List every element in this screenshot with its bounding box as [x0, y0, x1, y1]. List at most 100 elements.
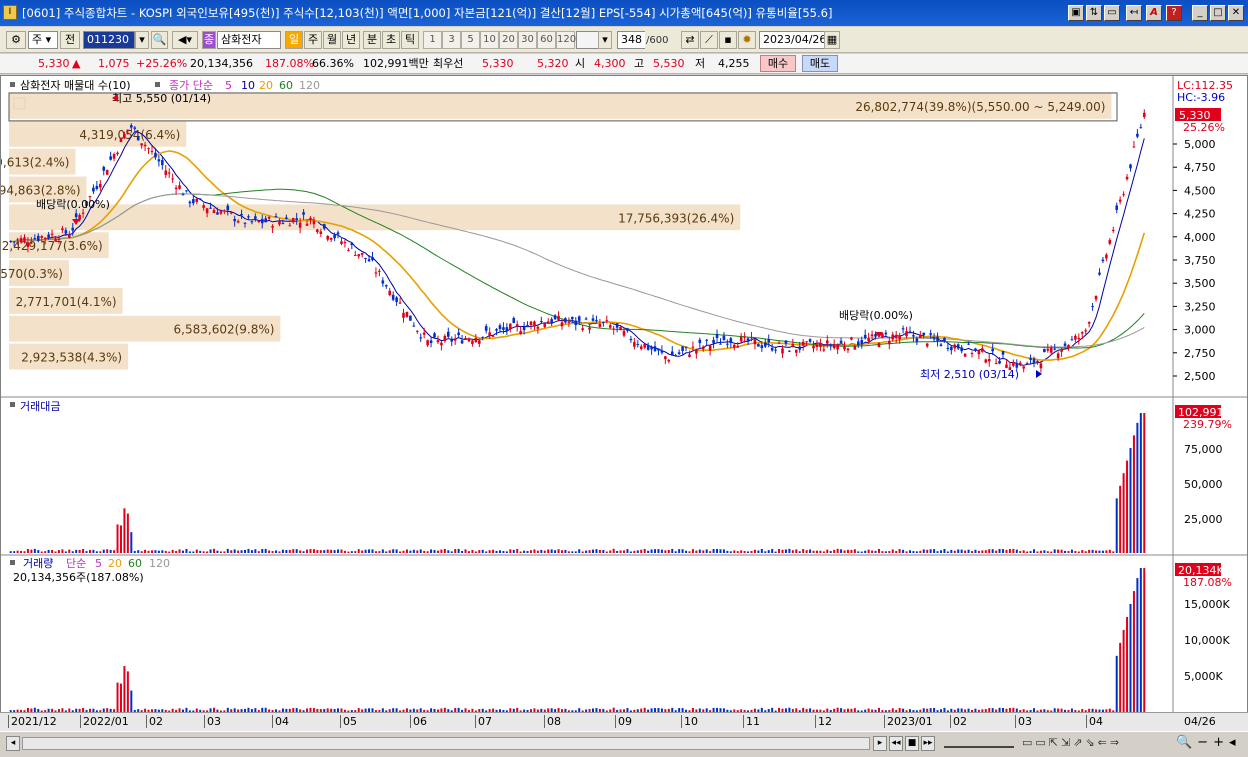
candle-body	[1084, 330, 1088, 332]
period-tick[interactable]: 틱	[401, 31, 419, 49]
period-minute[interactable]: 분	[363, 31, 381, 49]
chart-tool-icon[interactable]: ⟋	[700, 31, 718, 49]
date-input[interactable]: 2023/04/26	[759, 31, 826, 49]
period-month[interactable]: 월	[323, 31, 341, 49]
candle-body	[774, 349, 777, 351]
candle-body	[822, 349, 826, 351]
x-axis-label: 2021/12	[8, 715, 57, 728]
fast-forward-icon[interactable]: ▸▸	[921, 736, 935, 751]
amount-tick: 75,000	[1184, 443, 1223, 456]
zoom-controls-icon[interactable]: 🔍−+◂	[1176, 735, 1241, 750]
quote-bar: 5,330 ▲ 1,075 +25.26% 20,134,356 187.08%…	[0, 54, 1248, 74]
save-icon[interactable]: ▪	[719, 31, 737, 49]
candle-body	[1077, 337, 1081, 339]
interval-30[interactable]: 30	[518, 31, 537, 49]
restore-layout-icon[interactable]: ▭	[1104, 5, 1120, 21]
close-button[interactable]: ✕	[1228, 5, 1244, 21]
scroll-bar[interactable]: ◂ ▸ ◂◂ ■ ▸▸ ▭▭⇱⇲⇗⇘⇐⇒ 🔍−+◂	[0, 731, 1248, 755]
price-change: 1,075	[98, 57, 130, 70]
minimize-button[interactable]: _	[1192, 5, 1208, 21]
amount-bar	[629, 551, 632, 553]
amount-bar	[343, 550, 346, 553]
candle-body	[653, 346, 657, 352]
x-axis-label: 02	[950, 715, 967, 728]
period-week[interactable]: 주	[304, 31, 322, 49]
code-dropdown-icon[interactable]: ▾	[135, 31, 149, 49]
interval-60[interactable]: 60	[537, 31, 556, 49]
settings-icon[interactable]: ⚙	[6, 31, 26, 49]
period-year[interactable]: 년	[342, 31, 360, 49]
stock-name-field[interactable]: 삼화전자	[217, 31, 281, 49]
interval-5[interactable]: 5	[461, 31, 480, 49]
amount-bar	[753, 549, 756, 553]
arrow-tool-icon[interactable]: ⇄	[681, 31, 699, 49]
gear-icon[interactable]: ✹	[738, 31, 756, 49]
x-axis-label: 11	[743, 715, 760, 728]
prev-button[interactable]: 전	[60, 31, 80, 49]
candle-body	[519, 331, 522, 335]
scroll-track[interactable]	[22, 737, 870, 750]
candle-body	[422, 332, 426, 335]
amount-bar	[1122, 473, 1125, 553]
interval-120[interactable]: 120	[556, 31, 576, 49]
amount-bar	[833, 549, 836, 553]
sell-button[interactable]: 매도	[802, 55, 838, 72]
buy-button[interactable]: 매수	[760, 55, 796, 72]
candle-body	[605, 320, 609, 322]
calendar-icon[interactable]: ▦	[824, 31, 840, 49]
candle-body	[388, 290, 392, 295]
amount-bar	[640, 549, 643, 553]
sound-icon[interactable]: ◀▾	[172, 31, 198, 49]
app-icon: I	[3, 5, 17, 20]
period-second[interactable]: 초	[382, 31, 400, 49]
stock-code-input[interactable]: 011230	[83, 31, 135, 49]
amount-bar	[30, 549, 33, 553]
candle-body	[491, 335, 495, 337]
price-tick-label: 4,750	[1184, 161, 1216, 174]
period-day[interactable]: 일	[285, 31, 303, 49]
maximize-button[interactable]: □	[1210, 5, 1226, 21]
count-input[interactable]: 348	[617, 31, 645, 49]
candle-body	[953, 344, 957, 349]
candle-body	[701, 346, 705, 350]
chart-area[interactable]: 삼화전자 매물대 수(10) 종가 단순 5 10 20 60 120 26,8…	[0, 75, 1248, 731]
market-select[interactable]: 주 ▾	[28, 31, 58, 49]
amount-bar	[647, 550, 650, 553]
candle-body	[891, 334, 895, 340]
amount-bar	[488, 550, 491, 553]
amount-bar	[399, 551, 402, 553]
amount-bar	[743, 550, 746, 553]
stock-chart[interactable]: 삼화전자 매물대 수(10) 종가 단순 5 10 20 60 120 26,8…	[1, 76, 1247, 730]
search-icon[interactable]: 🔍	[151, 31, 168, 49]
interval-20[interactable]: 20	[499, 31, 518, 49]
amount-bar	[605, 551, 608, 553]
amount-bar	[846, 549, 849, 553]
interval-dropdown-icon[interactable]: ▾	[598, 31, 612, 49]
help-icon[interactable]: ?	[1166, 5, 1182, 21]
zoom-slider[interactable]	[944, 738, 1014, 748]
x-axis-label: 06	[410, 715, 427, 728]
play-icon[interactable]: ▸	[873, 736, 887, 751]
amount-bar	[939, 550, 942, 553]
candle-body	[1122, 194, 1125, 196]
sync-icon[interactable]: ⇅	[1086, 5, 1102, 21]
amount-bar	[23, 551, 26, 553]
interval-1[interactable]: 1	[423, 31, 442, 49]
candle-body	[278, 220, 281, 225]
scroll-left-icon[interactable]: ◂	[6, 736, 20, 751]
interval-10[interactable]: 10	[480, 31, 499, 49]
link-window-icon[interactable]: ▣	[1068, 5, 1084, 21]
stop-icon[interactable]: ■	[905, 736, 919, 751]
pin-icon[interactable]: ↤	[1126, 5, 1142, 21]
amount-bar	[192, 551, 195, 553]
interval-3[interactable]: 3	[442, 31, 461, 49]
candle-body	[298, 222, 302, 228]
amount-bar	[729, 551, 732, 553]
font-icon[interactable]: A	[1146, 5, 1162, 21]
candle-body	[384, 285, 388, 287]
price-tick-label: 2,750	[1184, 347, 1216, 360]
rewind-icon[interactable]: ◂◂	[889, 736, 903, 751]
drawing-tools-icon[interactable]: ▭▭⇱⇲⇗⇘⇐⇒	[1022, 736, 1122, 749]
price-tick-label: 4,500	[1184, 184, 1216, 197]
amount-bar	[960, 549, 963, 553]
